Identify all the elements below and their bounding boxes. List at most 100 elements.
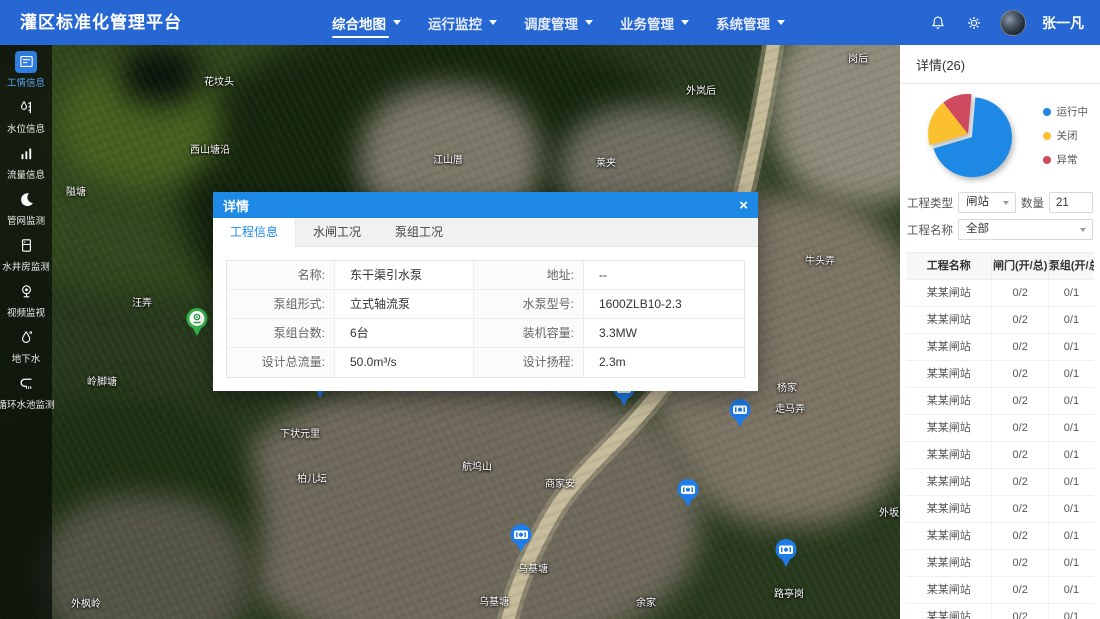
- bell-icon[interactable]: [928, 13, 948, 33]
- nav-item[interactable]: 系统管理: [716, 0, 785, 45]
- nav-item[interactable]: 调度管理: [524, 0, 593, 45]
- status-pie-chart: 运行中关闭异常: [900, 84, 1100, 186]
- type-filter-select[interactable]: 闸站: [958, 192, 1016, 213]
- pie-chart-svg: [924, 88, 1020, 184]
- table-row[interactable]: 某某闸站0/20/1: [906, 388, 1094, 415]
- table-cell: 0/2: [992, 523, 1048, 550]
- sidebar-item-label: 水位信息: [7, 121, 45, 135]
- table-cell: 0/2: [992, 442, 1048, 469]
- map-marker-gate[interactable]: [727, 398, 753, 433]
- table-cell: 某某闸站: [906, 496, 992, 523]
- table-row[interactable]: 某某闸站0/20/1: [906, 604, 1094, 619]
- close-icon[interactable]: ×: [739, 198, 748, 213]
- field-label: 名称:: [227, 261, 335, 290]
- sidebar-item[interactable]: 地下水: [0, 324, 52, 367]
- table-cell: 0/1: [1049, 280, 1094, 307]
- modal-tab[interactable]: 工程信息: [213, 218, 296, 247]
- nav-item[interactable]: 业务管理: [620, 0, 689, 45]
- table-cell: 某某闸站: [906, 415, 992, 442]
- legend-label: 异常: [1057, 152, 1078, 167]
- field-value: 3.3MW: [584, 319, 744, 348]
- table-cell: 0/1: [1049, 388, 1094, 415]
- table-row[interactable]: 某某闸站0/20/1: [906, 550, 1094, 577]
- legend-item[interactable]: 异常: [1043, 152, 1089, 167]
- field-label: 设计总流量:: [227, 348, 335, 377]
- name-filter-label: 工程名称: [907, 222, 953, 238]
- table-row[interactable]: 某某闸站0/20/1: [906, 469, 1094, 496]
- sidebar-item[interactable]: 管网监测: [0, 186, 52, 229]
- map-place-label: 乌基塘: [479, 593, 509, 608]
- table-cell: 0/2: [992, 388, 1048, 415]
- count-label: 数量: [1021, 195, 1044, 211]
- legend-label: 运行中: [1057, 104, 1089, 119]
- chevron-down-icon: [393, 20, 401, 25]
- map-place-label: 下状元里: [280, 425, 320, 440]
- name-filter-select[interactable]: 全部: [958, 219, 1093, 240]
- modal-tab[interactable]: 泵组工况: [378, 218, 460, 246]
- water-level-icon: [15, 97, 37, 119]
- map-place-label: 莱夹: [596, 154, 616, 169]
- count-input[interactable]: [1049, 192, 1093, 213]
- map-marker-gate[interactable]: [773, 538, 799, 573]
- sidebar-item-label: 视频监视: [7, 305, 45, 319]
- modal-tab[interactable]: 水闸工况: [296, 218, 378, 246]
- table-row[interactable]: 某某闸站0/20/1: [906, 577, 1094, 604]
- table-row[interactable]: 某某闸站0/20/1: [906, 523, 1094, 550]
- map-marker-gate[interactable]: [508, 523, 534, 558]
- field-value: 50.0m³/s: [335, 348, 474, 377]
- table-row[interactable]: 某某闸站0/20/1: [906, 496, 1094, 523]
- sidebar-item[interactable]: 水位信息: [0, 94, 52, 137]
- field-value: --: [584, 261, 744, 290]
- loop-pool-icon: [15, 373, 37, 395]
- sidebar-item[interactable]: 视频监视: [0, 278, 52, 321]
- top-header: 灌区标准化管理平台 综合地图运行监控调度管理业务管理系统管理 张一凡: [0, 0, 1100, 45]
- map-marker-camera[interactable]: [184, 307, 210, 342]
- sidebar-item[interactable]: 水井房监测: [0, 232, 52, 275]
- table-row[interactable]: 某某闸站0/20/1: [906, 307, 1094, 334]
- table-row[interactable]: 某某闸站0/20/1: [906, 442, 1094, 469]
- sidebar-item[interactable]: 工情信息: [0, 48, 52, 91]
- nav-item[interactable]: 运行监控: [428, 0, 497, 45]
- nav-item-label: 业务管理: [620, 13, 674, 33]
- field-value: 6台: [335, 319, 474, 348]
- detail-modal: 详情 × 工程信息水闸工况泵组工况 名称:东干渠引水泵地址:--泵组形式:立式轴…: [213, 192, 758, 391]
- table-cell: 某某闸站: [906, 550, 992, 577]
- legend-item[interactable]: 运行中: [1043, 104, 1089, 119]
- table-cell: 0/1: [1049, 334, 1094, 361]
- table-row[interactable]: 某某闸站0/20/1: [906, 415, 1094, 442]
- map-place-label: 外枫岭: [71, 595, 101, 610]
- table-row[interactable]: 某某闸站0/20/1: [906, 334, 1094, 361]
- sidebar-item-label: 循环水池监测: [0, 397, 55, 411]
- app-title: 灌区标准化管理平台: [20, 0, 182, 45]
- map-place-label: 汪弄: [132, 294, 152, 309]
- table-cell: 0/1: [1049, 577, 1094, 604]
- table-cell: 0/1: [1049, 550, 1094, 577]
- table-cell: 某某闸站: [906, 469, 992, 496]
- gear-icon[interactable]: [964, 13, 984, 33]
- sidebar-item-label: 管网监测: [7, 213, 45, 227]
- table-cell: 0/1: [1049, 442, 1094, 469]
- nav-item-label: 系统管理: [716, 13, 770, 33]
- table-cell: 0/1: [1049, 415, 1094, 442]
- table-cell: 某某闸站: [906, 604, 992, 619]
- sidebar-item[interactable]: 循环水池监测: [0, 370, 52, 413]
- table-row[interactable]: 某某闸站0/20/1: [906, 361, 1094, 388]
- table-cell: 某某闸站: [906, 442, 992, 469]
- table-cell: 0/2: [992, 307, 1048, 334]
- legend-item[interactable]: 关闭: [1043, 128, 1089, 143]
- map-place-label: 走马弄: [775, 400, 805, 415]
- table-column-header: 闸门(开/总): [992, 253, 1048, 280]
- table-cell: 0/1: [1049, 307, 1094, 334]
- table-cell: 某某闸站: [906, 388, 992, 415]
- map-marker-gate[interactable]: [675, 478, 701, 513]
- table-cell: 0/2: [992, 604, 1048, 619]
- sidebar-item[interactable]: 流量信息: [0, 140, 52, 183]
- table-cell: 某某闸站: [906, 523, 992, 550]
- field-value: 1600ZLB10-2.3: [584, 290, 744, 319]
- info-table: 名称:东干渠引水泵地址:--泵组形式:立式轴流泵水泵型号:1600ZLB10-2…: [226, 260, 745, 378]
- user-avatar[interactable]: [1000, 10, 1026, 36]
- table-row[interactable]: 某某闸站0/20/1: [906, 280, 1094, 307]
- field-value: 立式轴流泵: [335, 290, 474, 319]
- table-cell: 0/2: [992, 334, 1048, 361]
- nav-item[interactable]: 综合地图: [332, 0, 401, 45]
